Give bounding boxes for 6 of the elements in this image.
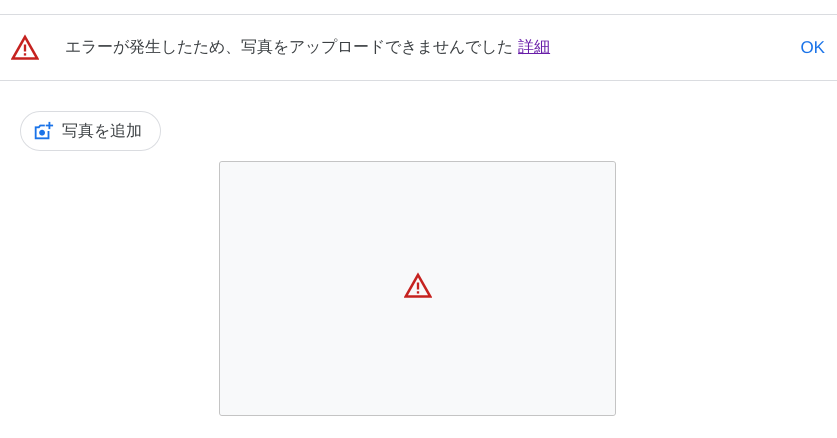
warning-icon	[11, 34, 39, 62]
add-photo-icon	[32, 120, 54, 142]
error-message: エラーが発生したため、写真をアップロードできませんでした	[65, 37, 513, 56]
details-link[interactable]: 詳細	[518, 37, 550, 56]
ok-button[interactable]: OK	[798, 34, 827, 62]
add-photo-button[interactable]: 写真を追加	[20, 111, 161, 151]
